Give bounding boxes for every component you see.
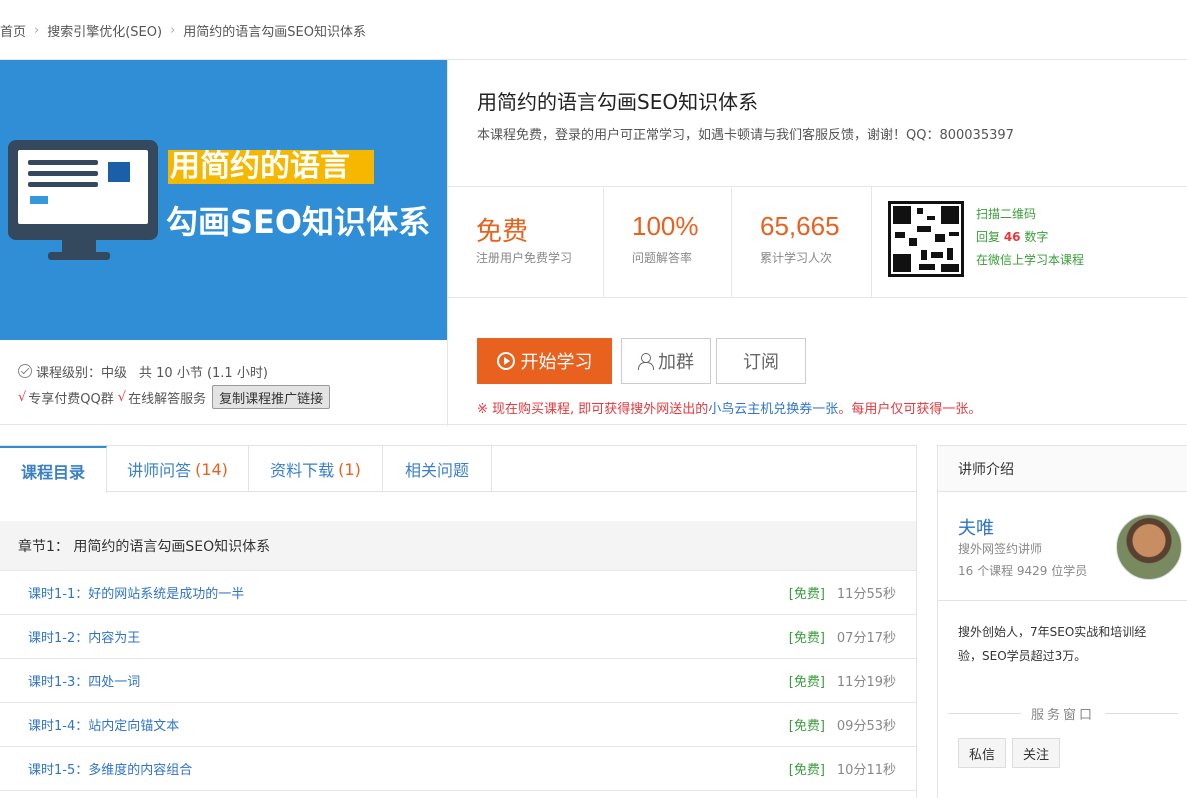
wechat-qr-code bbox=[888, 201, 964, 277]
lesson-panel: 课程目录 讲师问答 (14) 资料下载 (1) 相关问题 章节1： 用简约的语言勾画… bbox=[0, 445, 917, 798]
copy-promo-link-button[interactable]: 复制课程推广链接 bbox=[212, 385, 331, 409]
service-buttons: 私信 关注 bbox=[958, 738, 1066, 768]
lesson-title[interactable]: 课时1-3：四处一词 bbox=[28, 671, 789, 690]
lesson-duration: 07分17秒 bbox=[836, 631, 896, 646]
course-cover-image: 用简约的语言 勾画SEO知识体系 bbox=[0, 60, 447, 340]
breadcrumb-home[interactable]: 首页 bbox=[0, 21, 26, 40]
tick-icon: √ bbox=[117, 389, 127, 405]
course-description: 本课程免费，登录的用户可正常学习，如遇卡顿请与我们客服反馈，谢谢！QQ：8000… bbox=[477, 128, 1014, 143]
course-actions: 开始学习 加群 订阅 bbox=[477, 338, 806, 384]
list-item[interactable]: 课时1-5：多维度的内容组合 [免费] 10分11秒 bbox=[0, 747, 916, 791]
list-item[interactable]: 课时1-1：好的网站系统是成功的一半 [免费] 11分55秒 bbox=[0, 571, 916, 615]
course-lesson-count: 共 10 小节 (1.1 小时) bbox=[139, 365, 268, 381]
list-item[interactable]: 课时1-2：内容为王 [免费] 07分17秒 bbox=[0, 615, 916, 659]
lesson-duration: 09分53秒 bbox=[836, 719, 896, 734]
course-tabs: 课程目录 讲师问答 (14) 资料下载 (1) 相关问题 bbox=[0, 446, 916, 493]
free-badge: [免费] bbox=[788, 719, 825, 734]
tab-related[interactable]: 相关问题 bbox=[383, 446, 492, 492]
free-badge: [免费] bbox=[788, 631, 825, 646]
service-window-divider: 服务窗口 bbox=[938, 704, 1187, 723]
free-badge: [免费] bbox=[788, 675, 825, 690]
course-stats: 免费 注册用户免费学习 100% 问题解答率 65,665 累计学习人次 扫描二… bbox=[448, 186, 1187, 298]
lesson-title[interactable]: 课时1-4：站内定向锚文本 bbox=[28, 715, 789, 734]
course-meta: 课程级别：中级 共 10 小节 (1.1 小时) √ 专享付费QQ群 √ 在线解… bbox=[18, 360, 438, 410]
chapter-header: 章节1： 用简约的语言勾画SEO知识体系 bbox=[0, 521, 916, 571]
check-circle-icon bbox=[18, 364, 32, 378]
lesson-list: 课时1-1：好的网站系统是成功的一半 [免费] 11分55秒 课时1-2：内容为… bbox=[0, 571, 916, 791]
breadcrumb: 首页 › 搜索引擎优化(SEO) › 用简约的语言勾画SEO知识体系 bbox=[0, 18, 366, 42]
subscribe-button[interactable]: 订阅 bbox=[716, 338, 806, 384]
chevron-right-icon: › bbox=[34, 22, 40, 38]
list-item[interactable]: 课时1-3：四处一词 [免费] 11分19秒 bbox=[0, 659, 916, 703]
play-icon bbox=[496, 352, 515, 370]
tab-teacher-qa[interactable]: 讲师问答 (14) bbox=[107, 446, 249, 492]
message-button[interactable]: 私信 bbox=[958, 738, 1007, 768]
breadcrumb-current: 用简约的语言勾画SEO知识体系 bbox=[183, 24, 366, 40]
teacher-bio: 搜外创始人，7年SEO实战和培训经验，SEO学员超过3万。 bbox=[958, 625, 1147, 663]
lesson-title[interactable]: 课时1-2：内容为王 bbox=[28, 627, 789, 646]
lesson-title[interactable]: 课时1-5：多维度的内容组合 bbox=[28, 759, 789, 778]
follow-button[interactable]: 关注 bbox=[1012, 738, 1061, 768]
course-title: 用简约的语言勾画SEO知识体系 bbox=[477, 90, 759, 114]
teacher-stats: 16 个课程 9429 位学员 bbox=[958, 564, 1088, 578]
lesson-duration: 11分19秒 bbox=[836, 675, 896, 690]
perk-online-answer: 在线解答服务 bbox=[128, 391, 207, 407]
tab-downloads[interactable]: 资料下载 (1) bbox=[249, 446, 383, 492]
user-icon bbox=[638, 353, 654, 370]
teacher-name[interactable]: 夫唯 bbox=[958, 514, 994, 540]
breadcrumb-category[interactable]: 搜索引擎优化(SEO) bbox=[47, 21, 162, 40]
stat-price: 免费 注册用户免费学习 bbox=[448, 187, 604, 297]
promo-notice: ※ 现在购买课程, 即可获得搜外网送出的小鸟云主机兑换券一张。每用户仅可获得一张… bbox=[477, 402, 982, 417]
cover-title-line1: 用简约的语言 bbox=[168, 150, 374, 184]
list-item[interactable]: 课时1-4：站内定向锚文本 [免费] 09分53秒 bbox=[0, 703, 916, 747]
free-badge: [免费] bbox=[788, 587, 825, 602]
lesson-duration: 10分11秒 bbox=[836, 763, 896, 778]
tick-icon: √ bbox=[18, 389, 27, 405]
tab-catalog[interactable]: 课程目录 bbox=[0, 446, 107, 493]
course-hero: 用简约的语言 勾画SEO知识体系 课程级别：中级 共 10 小节 (1.1 小时… bbox=[0, 59, 1187, 426]
start-learning-button[interactable]: 开始学习 bbox=[477, 338, 612, 384]
qr-instructions: 扫描二维码 回复 46 数字 在微信上学习本课程 bbox=[976, 207, 1085, 267]
lesson-duration: 11分55秒 bbox=[836, 587, 896, 602]
chevron-right-icon: › bbox=[170, 22, 176, 38]
cover-title-line2: 勾画SEO知识体系 bbox=[166, 203, 431, 241]
teacher-role: 搜外网签约讲师 bbox=[958, 542, 1043, 556]
promo-voucher-link[interactable]: 小鸟云主机兑换券一张 bbox=[708, 402, 838, 417]
avatar[interactable] bbox=[1116, 514, 1182, 580]
free-badge: [免费] bbox=[788, 763, 825, 778]
teacher-header: 讲师介绍 bbox=[938, 446, 1187, 492]
teacher-panel: 讲师介绍 夫唯 搜外网签约讲师 16 个课程 9429 位学员 搜外创始人，7年… bbox=[937, 445, 1187, 798]
stat-learners: 65,665 累计学习人次 bbox=[732, 187, 872, 297]
lesson-title[interactable]: 课时1-1：好的网站系统是成功的一半 bbox=[28, 583, 789, 602]
course-level: 课程级别：中级 bbox=[36, 365, 128, 381]
perk-qq-group: 专享付费QQ群 bbox=[28, 391, 114, 407]
stat-answer-rate: 100% 问题解答率 bbox=[604, 187, 732, 297]
join-group-button[interactable]: 加群 bbox=[621, 338, 711, 384]
monitor-icon bbox=[8, 140, 158, 240]
